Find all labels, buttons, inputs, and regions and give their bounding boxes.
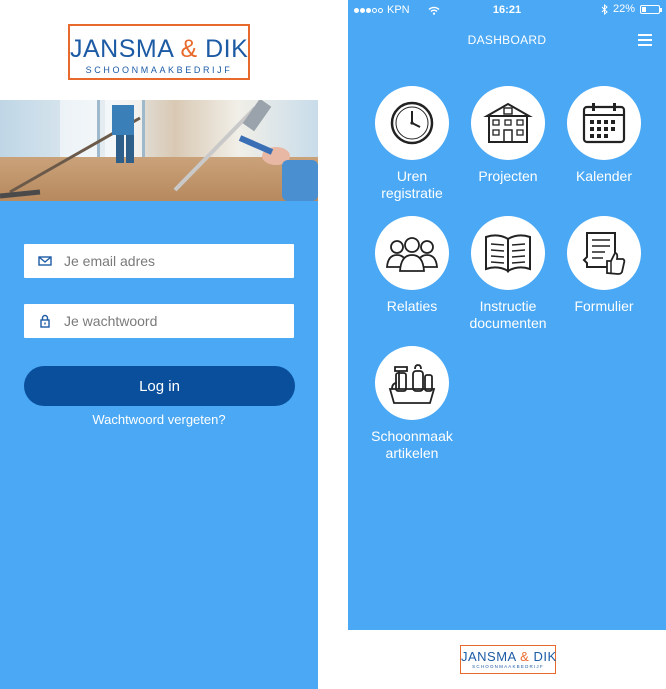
login-form: Log in Wachtwoord vergeten? [0,201,318,689]
battery-icon [640,4,662,14]
tile-instructie-documenten[interactable]: Instructie documenten [460,216,556,332]
calendar-icon [582,103,626,144]
tile-icon-circle [375,86,449,160]
logo-subtitle: SCHOONMAAKBEDRIJF [85,65,233,75]
logo-brand: JANSMA & DIK [461,649,557,664]
envelope-icon [38,256,52,266]
company-logo: JANSMA & DIK SCHOONMAAKBEDRIJF [68,24,250,80]
hero-photo [0,100,318,201]
email-field[interactable] [24,244,294,278]
password-input[interactable] [64,304,284,338]
tile-uren-registratie[interactable]: Uren registratie [364,86,460,202]
tile-label: Instructie documenten [469,298,547,331]
tile-label: Relaties [386,298,438,314]
dashboard-body: KPN 16:21 22% DASHBOARD Uren registratie… [348,0,666,630]
building-icon [483,102,533,143]
tile-kalender[interactable]: Kalender [556,86,652,185]
lock-icon [40,314,50,328]
tile-projecten[interactable]: Projecten [460,86,556,185]
tile-label: Projecten [478,168,538,184]
cleaning-supplies-icon [388,364,436,404]
page-title: DASHBOARD [467,33,547,47]
dashboard-footer: JANSMA & DIK SCHOONMAAKBEDRIJF [348,630,666,689]
login-header: JANSMA & DIK SCHOONMAAKBEDRIJF [0,0,318,100]
tile-icon-circle [471,86,545,160]
password-field[interactable] [24,304,294,338]
status-bar: KPN 16:21 22% [348,0,666,20]
footer-logo: JANSMA & DIK SCHOONMAAKBEDRIJF [460,645,556,674]
status-right: 22% [601,3,662,15]
tile-relaties[interactable]: Relaties [364,216,460,315]
hamburger-menu-icon[interactable] [638,34,652,46]
clock-icon [390,101,434,145]
tile-label: Kalender [575,168,633,184]
email-input[interactable] [64,244,284,278]
cleaning-photo-illustration [0,100,318,201]
tile-icon-circle [375,216,449,290]
tile-icon-circle [471,216,545,290]
login-screen: JANSMA & DIK SCHOONMAAKBEDRIJF Je email … [0,0,318,689]
login-button[interactable]: Log in [24,366,295,406]
form-thumbs-up-icon [582,232,626,275]
tile-icon-circle [375,346,449,420]
tile-label: Formulier [574,298,634,314]
tile-label: Schoonmaak artikelen [371,428,453,461]
tile-formulier[interactable]: Formulier [556,216,652,315]
battery-percentage: 22% [612,3,635,15]
dashboard-screen: KPN 16:21 22% DASHBOARD Uren registratie… [348,0,666,689]
tile-label: Uren registratie [381,168,443,201]
bluetooth-icon [601,3,608,15]
forgot-password-link[interactable]: Wachtwoord vergeten? [0,412,318,427]
logo-subtitle: SCHOONMAAKBEDRIJF [472,664,544,669]
logo-brand: JANSMA & DIK [70,35,249,63]
tile-icon-circle [567,216,641,290]
tile-icon-circle [567,86,641,160]
people-icon [386,237,438,272]
tile-schoonmaak-artikelen[interactable]: Schoonmaak artikelen [364,346,460,462]
book-icon [485,234,531,273]
